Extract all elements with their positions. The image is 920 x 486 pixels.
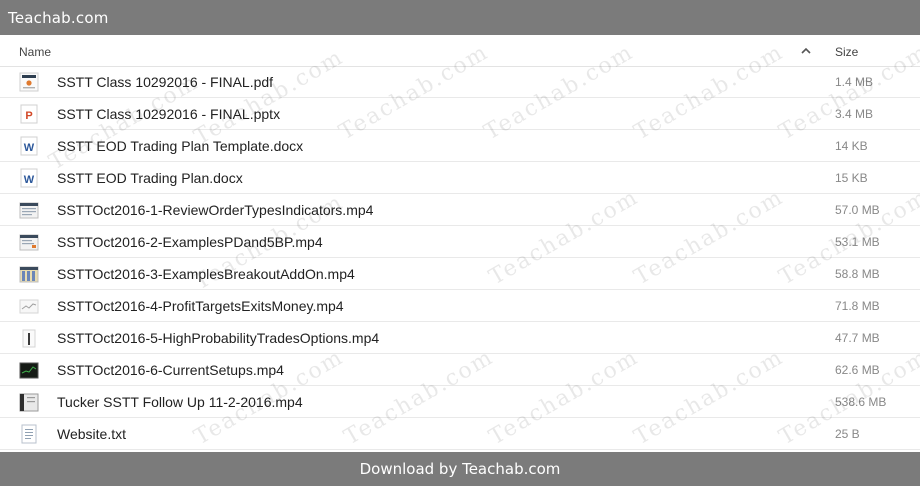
- pdf-thumbnail-icon: [19, 72, 39, 92]
- file-row[interactable]: SSTTOct2016-5-HighProbabilityTradesOptio…: [0, 322, 920, 354]
- file-name: SSTT Class 10292016 - FINAL.pdf: [57, 74, 274, 90]
- video-thumbnail-icon: [19, 264, 39, 284]
- file-name: SSTTOct2016-6-CurrentSetups.mp4: [57, 362, 284, 378]
- file-size: 57.0 MB: [835, 203, 880, 217]
- svg-text:P: P: [25, 110, 32, 122]
- file-size: 71.8 MB: [835, 299, 880, 313]
- file-size: 58.8 MB: [835, 267, 880, 281]
- video-thumbnail-icon: [19, 200, 39, 220]
- file-name: SSTTOct2016-1-ReviewOrderTypesIndicators…: [57, 202, 374, 218]
- file-size: 25 B: [835, 427, 860, 441]
- word-icon: W: [19, 136, 39, 156]
- file-row[interactable]: Tucker SSTT Follow Up 11-2-2016.mp4 538.…: [0, 386, 920, 418]
- video-thumbnail-icon: [19, 232, 39, 252]
- file-size: 1.4 MB: [835, 75, 874, 89]
- file-row[interactable]: SSTTOct2016-2-ExamplesPDand5BP.mp4 53.1 …: [0, 226, 920, 258]
- file-row[interactable]: W SSTT EOD Trading Plan Template.docx 14…: [0, 130, 920, 162]
- svg-text:W: W: [24, 174, 35, 186]
- file-name: Tucker SSTT Follow Up 11-2-2016.mp4: [57, 394, 303, 410]
- file-name: SSTTOct2016-2-ExamplesPDand5BP.mp4: [57, 234, 323, 250]
- file-name: SSTTOct2016-3-ExamplesBreakoutAddOn.mp4: [57, 266, 355, 282]
- text-file-icon: [19, 424, 39, 444]
- file-row[interactable]: W SSTT EOD Trading Plan.docx 15 KB: [0, 162, 920, 194]
- file-size: 538.6 MB: [835, 395, 887, 409]
- chevron-up-icon[interactable]: [799, 44, 813, 58]
- file-row[interactable]: SSTTOct2016-6-CurrentSetups.mp4 62.6 MB: [0, 354, 920, 386]
- size-column-header[interactable]: Size: [835, 45, 858, 59]
- file-name: SSTTOct2016-4-ProfitTargetsExitsMoney.mp…: [57, 298, 344, 314]
- file-name: Website.txt: [57, 426, 126, 442]
- name-column-header[interactable]: Name: [19, 45, 51, 59]
- file-name: SSTT EOD Trading Plan Template.docx: [57, 138, 304, 154]
- file-row[interactable]: Website.txt 25 B: [0, 418, 920, 450]
- video-thumbnail-icon: [19, 392, 39, 412]
- file-row[interactable]: SSTTOct2016-4-ProfitTargetsExitsMoney.mp…: [0, 290, 920, 322]
- file-size: 15 KB: [835, 171, 868, 185]
- svg-text:W: W: [24, 142, 35, 154]
- file-row[interactable]: P SSTT Class 10292016 - FINAL.pptx 3.4 M…: [0, 98, 920, 130]
- file-name: SSTT EOD Trading Plan.docx: [57, 170, 243, 186]
- top-bar: Teachab.com: [0, 0, 920, 35]
- file-size: 53.1 MB: [835, 235, 880, 249]
- file-list: SSTT Class 10292016 - FINAL.pdf 1.4 MB P…: [0, 66, 920, 450]
- file-size: 62.6 MB: [835, 363, 880, 377]
- site-title: Teachab.com: [8, 9, 109, 27]
- powerpoint-icon: P: [19, 104, 39, 124]
- file-name: SSTTOct2016-5-HighProbabilityTradesOptio…: [57, 330, 380, 346]
- file-row[interactable]: SSTT Class 10292016 - FINAL.pdf 1.4 MB: [0, 66, 920, 98]
- word-icon: W: [19, 168, 39, 188]
- file-name: SSTT Class 10292016 - FINAL.pptx: [57, 106, 281, 122]
- file-row[interactable]: SSTTOct2016-3-ExamplesBreakoutAddOn.mp4 …: [0, 258, 920, 290]
- download-link[interactable]: Download by Teachab.com: [360, 460, 561, 478]
- video-thumbnail-icon: [19, 328, 39, 348]
- file-size: 14 KB: [835, 139, 868, 153]
- file-list-header: Name Size: [0, 35, 920, 67]
- file-row[interactable]: SSTTOct2016-1-ReviewOrderTypesIndicators…: [0, 194, 920, 226]
- footer-bar: Download by Teachab.com: [0, 452, 920, 486]
- file-size: 3.4 MB: [835, 107, 874, 121]
- video-thumbnail-icon: [19, 360, 39, 380]
- file-size: 47.7 MB: [835, 331, 880, 345]
- video-thumbnail-icon: [19, 296, 39, 316]
